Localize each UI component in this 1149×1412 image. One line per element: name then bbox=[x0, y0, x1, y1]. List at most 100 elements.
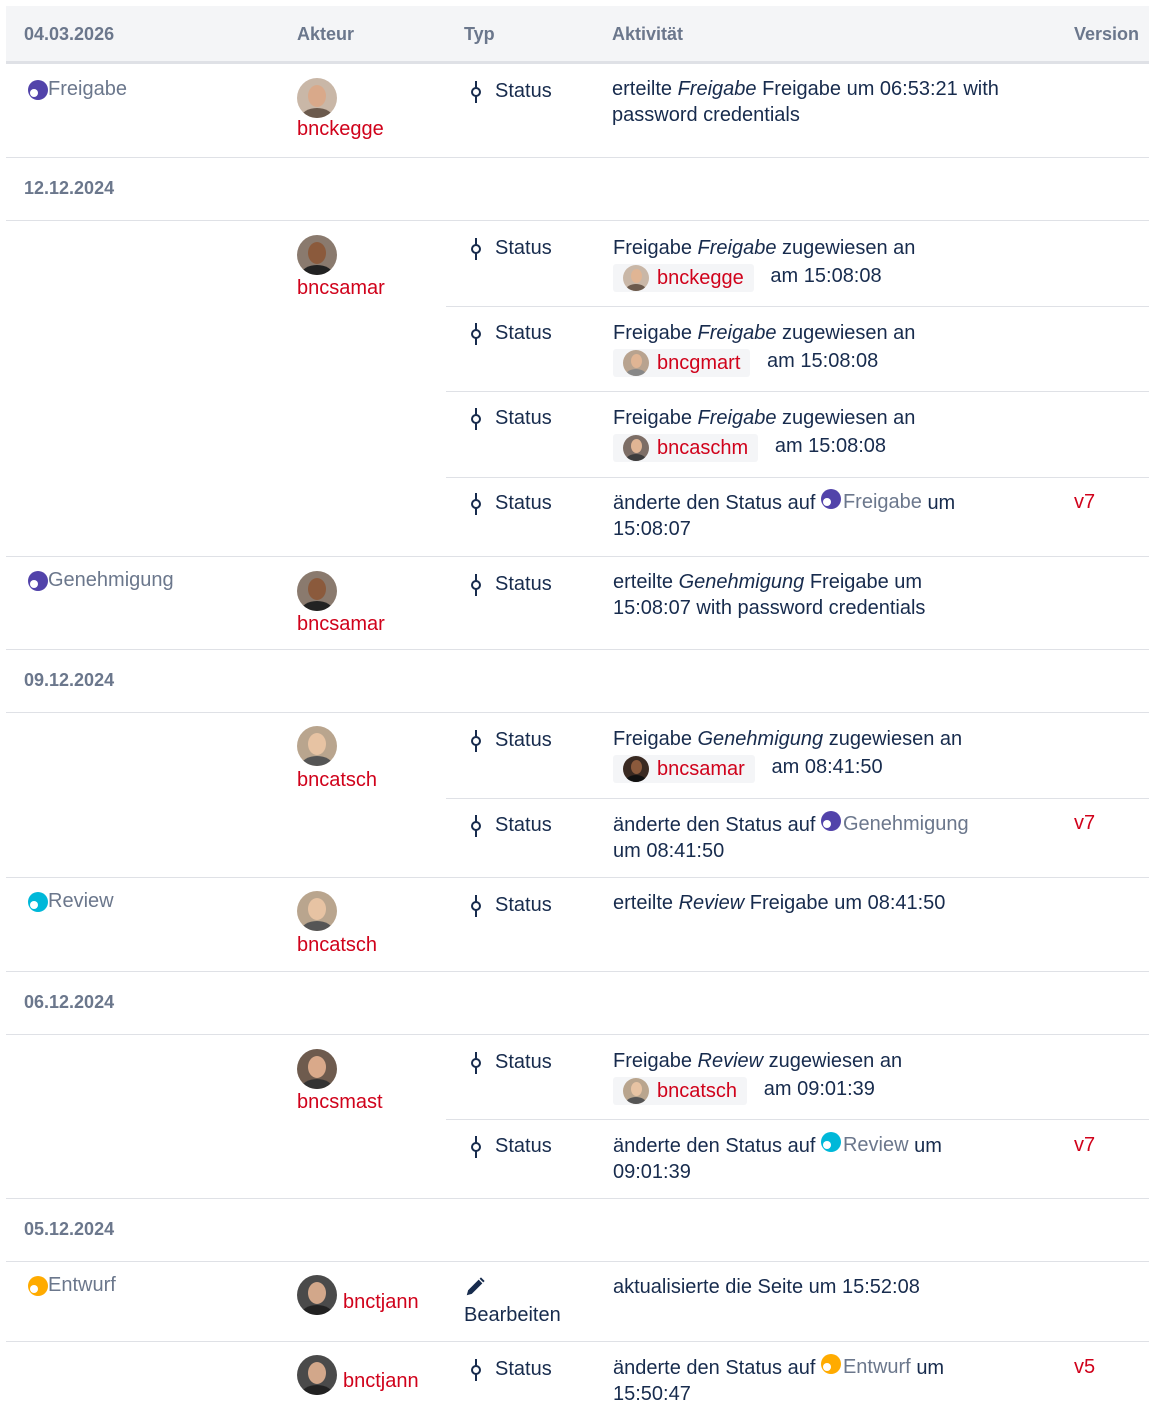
commit-icon bbox=[470, 729, 482, 752]
commit-icon bbox=[470, 237, 482, 260]
user-link[interactable]: bncatsch bbox=[297, 934, 377, 957]
header-version[interactable]: Version bbox=[1074, 24, 1139, 45]
status-label: Entwurf bbox=[48, 1274, 116, 1296]
type-cell: Bearbeiten bbox=[464, 1276, 561, 1327]
type-cell: Status bbox=[470, 573, 552, 596]
date-group-row: 12.12.2024 bbox=[6, 158, 1149, 221]
table-row: bnctjann Status änderte den Status auf E… bbox=[6, 1342, 1149, 1412]
type-label: Status bbox=[495, 80, 552, 102]
status-circle-icon bbox=[28, 80, 48, 100]
user-link[interactable]: bnckegge bbox=[297, 118, 384, 141]
header-date: 04.03.2026 bbox=[24, 24, 115, 44]
avatar[interactable] bbox=[297, 78, 337, 118]
table-row: Review bncatsch Status erteilte Review F… bbox=[6, 878, 1149, 972]
activity-text: Freigabe Freigabe zugewiesen an bncaschm… bbox=[613, 405, 1013, 462]
version-link[interactable]: v5 bbox=[1074, 1356, 1095, 1379]
avatar[interactable] bbox=[297, 235, 337, 275]
status-lozenge: Freigabe bbox=[28, 78, 127, 101]
status-circle-icon bbox=[28, 1276, 48, 1296]
activity-text: Freigabe Genehmigung zugewiesen an bncsa… bbox=[613, 726, 1013, 783]
status-label: Freigabe bbox=[48, 78, 127, 100]
status-label: Genehmigung bbox=[48, 569, 174, 591]
type-cell: Status bbox=[470, 322, 552, 345]
activity-text: erteilte Genehmigung Freigabe um 15:08:0… bbox=[613, 571, 926, 619]
status-circle-icon bbox=[820, 811, 841, 831]
date-group-row: 06.12.2024 bbox=[6, 972, 1149, 1035]
status-circle-icon bbox=[28, 571, 48, 591]
commit-icon bbox=[470, 814, 482, 837]
header-akteur[interactable]: Akteur bbox=[297, 24, 354, 45]
activity-text: Freigabe Freigabe zugewiesen an bncgmart… bbox=[613, 320, 1013, 377]
table-row: bncsamar Status Freigabe Freigabe zugewi… bbox=[6, 221, 1149, 557]
user-mention[interactable]: bncatsch bbox=[613, 1077, 748, 1105]
table-row: Genehmigung bncsamar Status erteilte Gen… bbox=[6, 557, 1149, 650]
version-link[interactable]: v7 bbox=[1074, 812, 1095, 835]
date-group-row: 05.12.2024 bbox=[6, 1199, 1149, 1262]
version-link[interactable]: v7 bbox=[1074, 491, 1095, 514]
activity-text: aktualisierte die Seite um 15:52:08 bbox=[613, 1276, 920, 1298]
type-cell: Status bbox=[470, 1051, 552, 1074]
status-lozenge: Genehmigung bbox=[820, 811, 969, 837]
version-link[interactable]: v7 bbox=[1074, 1134, 1095, 1157]
header-aktivitaet[interactable]: Aktivität bbox=[612, 24, 683, 45]
user-link[interactable]: bncatsch bbox=[297, 769, 377, 792]
commit-icon bbox=[470, 894, 482, 917]
activity-text: änderte den Status auf Freigabe um 15:08:… bbox=[613, 489, 956, 540]
status-lozenge: Review bbox=[28, 890, 114, 913]
status-circle-icon bbox=[28, 892, 48, 912]
type-cell: Status bbox=[470, 80, 552, 103]
user-link[interactable]: bncsmast bbox=[297, 1091, 383, 1114]
commit-icon bbox=[470, 1358, 482, 1381]
commit-icon bbox=[470, 1135, 482, 1158]
type-cell: Status bbox=[470, 237, 552, 260]
user-mention[interactable]: bncaschm bbox=[613, 434, 759, 462]
status-lozenge: Freigabe bbox=[820, 489, 922, 515]
user-link[interactable]: bncsamar bbox=[297, 277, 385, 300]
avatar[interactable] bbox=[297, 1275, 337, 1315]
activity-text: erteilte Freigabe Freigabe um 06:53:21 w… bbox=[612, 78, 999, 126]
avatar[interactable] bbox=[297, 726, 337, 766]
commit-icon bbox=[470, 492, 482, 515]
table-row: bncsmast Status Freigabe Review zugewies… bbox=[6, 1035, 1149, 1199]
date-label: 06.12.2024 bbox=[24, 992, 115, 1012]
type-cell: Status bbox=[470, 1135, 552, 1158]
commit-icon bbox=[470, 80, 482, 103]
status-label: Review bbox=[48, 890, 114, 912]
activity-text: erteilte Review Freigabe um 08:41:50 bbox=[613, 892, 946, 914]
activity-text: änderte den Status auf Entwurf um 15:50:4… bbox=[613, 1354, 945, 1405]
user-link[interactable]: bnctjann bbox=[343, 1370, 419, 1393]
date-label: 05.12.2024 bbox=[24, 1219, 115, 1239]
date-label: 09.12.2024 bbox=[24, 670, 115, 690]
user-mention[interactable]: bncgmart bbox=[613, 349, 751, 377]
user-link[interactable]: bnctjann bbox=[343, 1291, 419, 1314]
table-row: Entwurf bnctjann Bearbeiten aktualisiert… bbox=[6, 1262, 1149, 1342]
user-link[interactable]: bncsamar bbox=[297, 613, 385, 636]
activity-text: änderte den Status auf Genehmigung um 08… bbox=[613, 811, 969, 862]
user-mention[interactable]: bnckegge bbox=[613, 264, 754, 292]
table-row: Freigabe bnckegge Status erteilte Freiga… bbox=[6, 64, 1149, 158]
header-typ[interactable]: Typ bbox=[464, 24, 495, 45]
date-label: 12.12.2024 bbox=[24, 178, 115, 198]
type-label: Bearbeiten bbox=[464, 1304, 561, 1326]
type-cell: Status bbox=[470, 407, 552, 430]
table-header: 04.03.2026 Akteur Typ Aktivität Version bbox=[6, 6, 1149, 64]
status-lozenge: Review bbox=[820, 1132, 909, 1158]
user-mention[interactable]: bncsamar bbox=[613, 755, 755, 783]
status-lozenge: Entwurf bbox=[28, 1274, 116, 1297]
type-cell: Status bbox=[470, 814, 552, 837]
table-row: bncatsch Status Freigabe Genehmigung zug… bbox=[6, 713, 1149, 878]
commit-icon bbox=[470, 407, 482, 430]
avatar[interactable] bbox=[297, 571, 337, 611]
avatar[interactable] bbox=[297, 1049, 337, 1089]
status-lozenge: Genehmigung bbox=[28, 569, 174, 592]
avatar[interactable] bbox=[297, 891, 337, 931]
status-circle-icon bbox=[820, 1132, 841, 1152]
activity-text: Freigabe Review zugewiesen an bncatsch a… bbox=[613, 1048, 1013, 1105]
activity-text: änderte den Status auf Review um 09:01:39 bbox=[613, 1132, 942, 1183]
date-group-row: 09.12.2024 bbox=[6, 650, 1149, 713]
avatar[interactable] bbox=[297, 1355, 337, 1395]
type-cell: Status bbox=[470, 1358, 552, 1381]
activity-table: 04.03.2026 Akteur Typ Aktivität Version … bbox=[6, 6, 1149, 1412]
activity-text: Freigabe Freigabe zugewiesen an bnckegge… bbox=[613, 235, 1013, 292]
pencil-icon bbox=[466, 1277, 485, 1296]
